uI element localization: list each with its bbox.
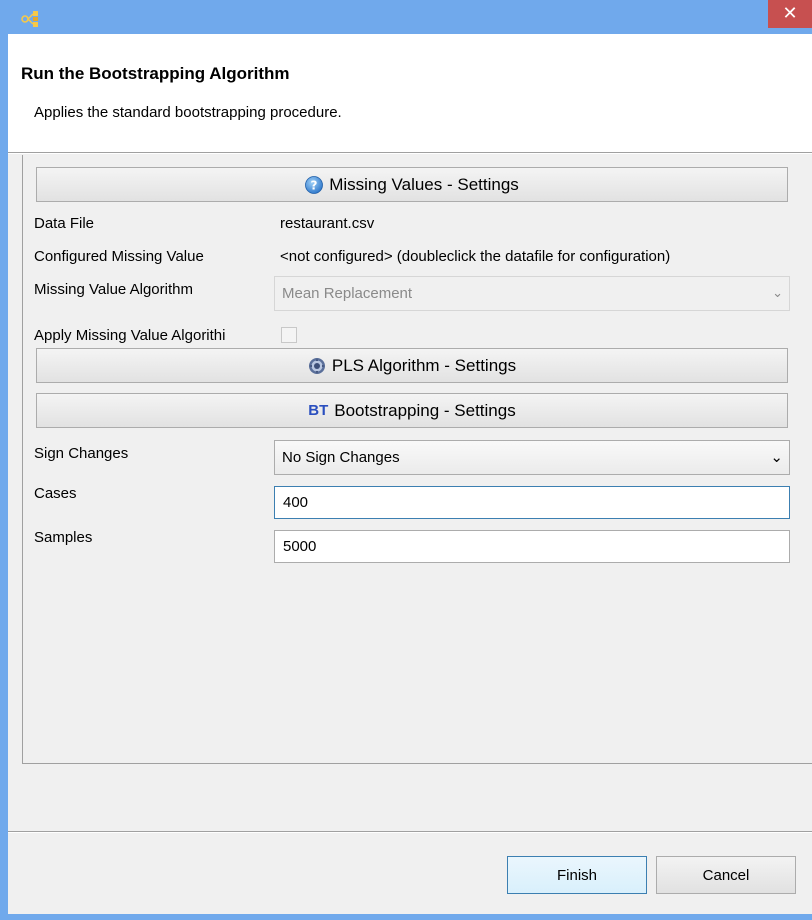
configured-missing-value: <not configured> (doubleclick the datafi… [280, 248, 671, 265]
cases-input[interactable] [274, 486, 790, 519]
chevron-down-icon: ⌄ [770, 448, 783, 466]
samples-input[interactable] [274, 530, 790, 563]
bootstrapping-settings-label: Bootstrapping - Settings [334, 400, 516, 420]
apply-missing-value-label: Apply Missing Value Algorithi [34, 327, 226, 344]
configured-missing-value-label: Configured Missing Value [34, 248, 204, 265]
cancel-button[interactable]: Cancel [656, 856, 796, 894]
pls-algorithm-settings-button[interactable]: PLS Algorithm - Settings [36, 348, 788, 383]
dialog-body: Run the Bootstrapping Algorithm Applies … [8, 34, 812, 914]
bootstrapping-settings-button[interactable]: BT Bootstrapping - Settings [36, 393, 788, 428]
close-button[interactable]: ✕ [768, 0, 812, 28]
missing-value-algorithm-label: Missing Value Algorithm [34, 281, 193, 298]
finish-button[interactable]: Finish [507, 856, 647, 894]
app-icon [21, 11, 38, 27]
apply-missing-value-checkbox[interactable] [281, 327, 297, 343]
missing-values-settings-button[interactable]: ? Missing Values - Settings [36, 167, 788, 202]
gear-icon [308, 357, 325, 374]
page-title: Run the Bootstrapping Algorithm [21, 64, 290, 83]
close-icon: ✕ [782, 3, 798, 24]
help-icon: ? [305, 175, 324, 194]
samples-label: Samples [34, 529, 93, 546]
pls-algorithm-settings-label: PLS Algorithm - Settings [331, 355, 517, 375]
header-divider-highlight [8, 153, 812, 154]
svg-text:?: ? [311, 178, 318, 192]
dialog-window: ✕ Run the Bootstrapping Algorithm Applie… [0, 0, 812, 920]
missing-value-algorithm-select[interactable]: Mean Replacement ⌄ [274, 276, 790, 311]
bootstrapping-icon: BT [308, 402, 329, 419]
data-file-label: Data File [34, 215, 95, 232]
missing-value-algorithm-value: Mean Replacement [282, 285, 413, 302]
page-description: Applies the standard bootstrapping proce… [34, 104, 342, 121]
sign-changes-label: Sign Changes [34, 445, 129, 462]
footer-divider-highlight [8, 832, 812, 833]
sign-changes-value: No Sign Changes [282, 449, 400, 466]
data-file-value[interactable]: restaurant.csv [280, 215, 374, 232]
wizard-header: Run the Bootstrapping Algorithm Applies … [8, 34, 812, 152]
missing-values-settings-label: Missing Values - Settings [329, 174, 519, 194]
cases-label: Cases [34, 485, 77, 502]
chevron-down-icon: ⌄ [772, 286, 783, 301]
sign-changes-select[interactable]: No Sign Changes ⌄ [274, 440, 790, 475]
title-bar: ✕ [0, 0, 812, 34]
settings-panel: ? Missing Values - Settings Data File re… [22, 155, 812, 764]
